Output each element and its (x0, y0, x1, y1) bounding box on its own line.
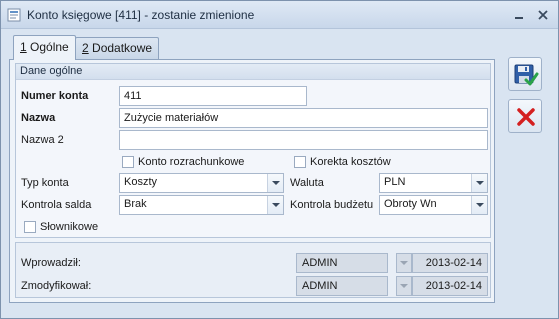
tab-ogolne[interactable]: 1 Ogólne (13, 35, 76, 60)
created-by-label: Wprowadził: (21, 257, 81, 269)
general-data-group: Dane ogólne Numer konta 411 Nazwa Zużyci… (15, 63, 491, 238)
tab-ogolne-key: 1 (20, 40, 27, 54)
cancel-icon (517, 108, 535, 126)
tab-dodatkowe[interactable]: 2 Dodatkowe (75, 37, 160, 59)
created-date: 2013-02-14 (412, 253, 488, 273)
currency-value: PLN (384, 176, 406, 188)
tab-ogolne-label: Ogólne (26, 40, 69, 54)
balance-control-label: Kontrola salda (21, 199, 92, 211)
dictionary-label: Słownikowe (40, 221, 99, 233)
save-icon (514, 64, 539, 86)
created-by-user: ADMIN (296, 253, 388, 273)
dialog-window: Konto księgowe [411] - zostanie zmienion… (0, 0, 559, 319)
settlement-account-checkbox[interactable] (122, 156, 134, 168)
name2-label: Nazwa 2 (21, 134, 64, 146)
window-title: Konto księgowe [411] - zostanie zmienion… (27, 8, 255, 22)
chevron-down-icon[interactable] (471, 196, 487, 214)
chevron-down-icon[interactable] (267, 174, 283, 192)
tab-dodatkowe-key: 2 (82, 41, 89, 55)
minimize-button[interactable] (509, 6, 529, 24)
app-icon (7, 8, 21, 22)
currency-select[interactable]: PLN (379, 173, 488, 193)
account-type-select[interactable]: Koszty (119, 173, 284, 193)
settlement-account-label: Konto rozrachunkowe (138, 156, 245, 168)
balance-control-select[interactable]: Brak (119, 195, 284, 215)
chevron-down-icon[interactable] (267, 196, 283, 214)
account-number-label: Numer konta (21, 90, 89, 102)
cancel-button[interactable] (508, 99, 542, 133)
account-number-field[interactable]: 411 (119, 86, 307, 106)
account-type-label: Typ konta (21, 177, 69, 189)
title-bar[interactable]: Konto księgowe [411] - zostanie zmienion… (1, 1, 558, 29)
cost-correction-label: Korekta kosztów (310, 156, 391, 168)
audit-group: Wprowadził: ADMIN 2013-02-14 Zmodyfikowa… (15, 242, 491, 298)
modified-by-label: Zmodyfikował: (21, 280, 92, 292)
currency-label: Waluta (290, 177, 324, 189)
modified-date: 2013-02-14 (412, 276, 488, 296)
close-icon (538, 10, 548, 20)
modified-by-user: ADMIN (296, 276, 388, 296)
save-button[interactable] (508, 57, 542, 91)
account-type-value: Koszty (124, 176, 158, 188)
modified-date-dropdown-icon (396, 276, 412, 296)
tab-panel-ogolne: Dane ogólne Numer konta 411 Nazwa Zużyci… (9, 59, 495, 303)
budget-control-label: Kontrola budżetu (290, 199, 374, 211)
dictionary-checkbox[interactable] (24, 221, 36, 233)
close-button[interactable] (533, 6, 553, 24)
created-date-dropdown-icon (396, 253, 412, 273)
budget-control-value: Obroty Wn (384, 198, 437, 210)
section-title: Dane ogólne (16, 64, 490, 80)
chevron-down-icon[interactable] (471, 174, 487, 192)
cost-correction-checkbox[interactable] (294, 156, 306, 168)
name-field[interactable]: Zużycie materiałów (119, 108, 488, 128)
balance-control-value: Brak (124, 198, 147, 210)
minimize-icon (515, 17, 523, 19)
name-label: Nazwa (21, 112, 56, 124)
name2-field[interactable] (119, 130, 488, 150)
budget-control-select[interactable]: Obroty Wn (379, 195, 488, 215)
tab-dodatkowe-label: Dodatkowe (88, 41, 153, 55)
